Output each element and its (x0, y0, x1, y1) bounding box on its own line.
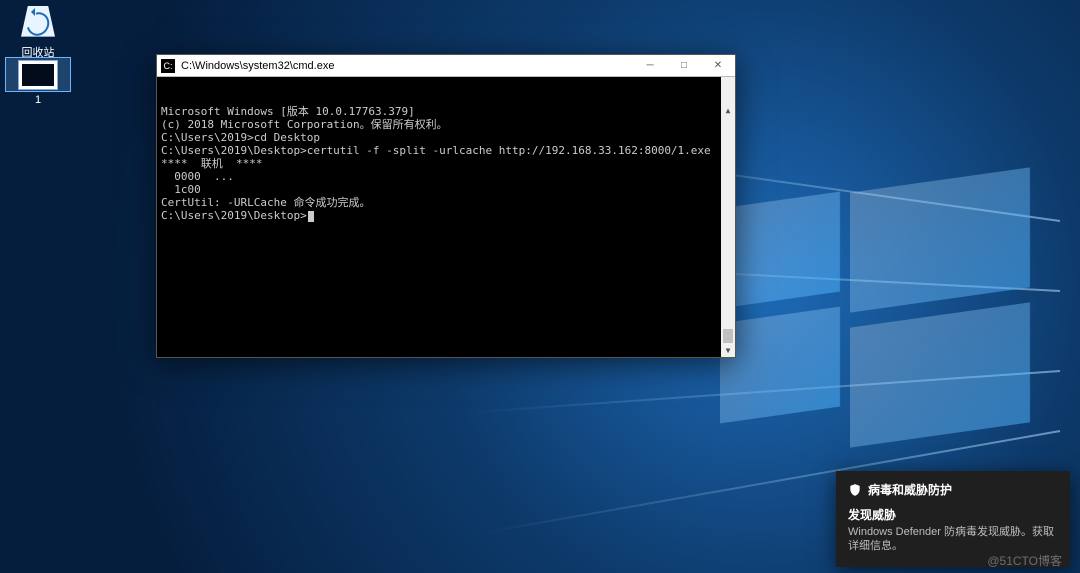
toast-header: 病毒和威胁防护 (848, 481, 1058, 498)
terminal-line: **** 联机 **** (161, 157, 731, 170)
defender-toast[interactable]: 病毒和威胁防护 发现威胁 Windows Defender 防病毒发现威胁。获取… (836, 471, 1070, 567)
cmd-icon: C: (161, 59, 175, 73)
close-button[interactable]: ✕ (701, 55, 735, 77)
scroll-track[interactable] (721, 91, 735, 343)
windows-logo-wallpaper (720, 170, 1060, 450)
cmd-titlebar[interactable]: C: C:\Windows\system32\cmd.exe ─ □ ✕ (157, 55, 735, 77)
cmd-window[interactable]: C: C:\Windows\system32\cmd.exe ─ □ ✕ Mic… (156, 54, 736, 358)
terminal-line: (c) 2018 Microsoft Corporation。保留所有权利。 (161, 118, 731, 131)
scroll-thumb[interactable] (723, 329, 733, 343)
minimize-button[interactable]: ─ (633, 55, 667, 77)
terminal-line: 1c00 (161, 183, 731, 196)
terminal-line: C:\Users\2019>cd Desktop (161, 131, 731, 144)
file-thumbnail-icon (18, 60, 58, 90)
toast-title: 发现威胁 (848, 506, 1058, 523)
terminal-line: 0000 ... (161, 170, 731, 183)
terminal-output: Microsoft Windows [版本 10.0.17763.379](c)… (161, 105, 731, 222)
cursor (308, 211, 314, 222)
terminal-line: C:\Users\2019\Desktop>certutil -f -split… (161, 144, 731, 157)
cmd-title: C:\Windows\system32\cmd.exe (179, 60, 633, 72)
terminal-line: CertUtil: -URLCache 命令成功完成。 (161, 196, 731, 209)
desktop-file-label: 1 (8, 94, 68, 106)
terminal-line: Microsoft Windows [版本 10.0.17763.379] (161, 105, 731, 118)
scrollbar[interactable]: ▲ ▼ (721, 77, 735, 357)
scroll-down-icon[interactable]: ▼ (721, 343, 735, 357)
toast-app-name: 病毒和威胁防护 (868, 481, 952, 498)
terminal-line: C:\Users\2019\Desktop> (161, 209, 731, 222)
desktop: 回收站 1 C: C:\Windows\system32\cmd.exe ─ □… (0, 0, 1080, 573)
toast-body: Windows Defender 防病毒发现威胁。获取详细信息。 (848, 525, 1058, 553)
recycle-bin[interactable]: 回收站 (8, 6, 68, 60)
cmd-body[interactable]: Microsoft Windows [版本 10.0.17763.379](c)… (157, 77, 735, 357)
maximize-button[interactable]: □ (667, 55, 701, 77)
shield-icon (848, 483, 862, 497)
recycle-bin-icon (21, 6, 55, 40)
desktop-file-1[interactable]: 1 (8, 60, 68, 106)
